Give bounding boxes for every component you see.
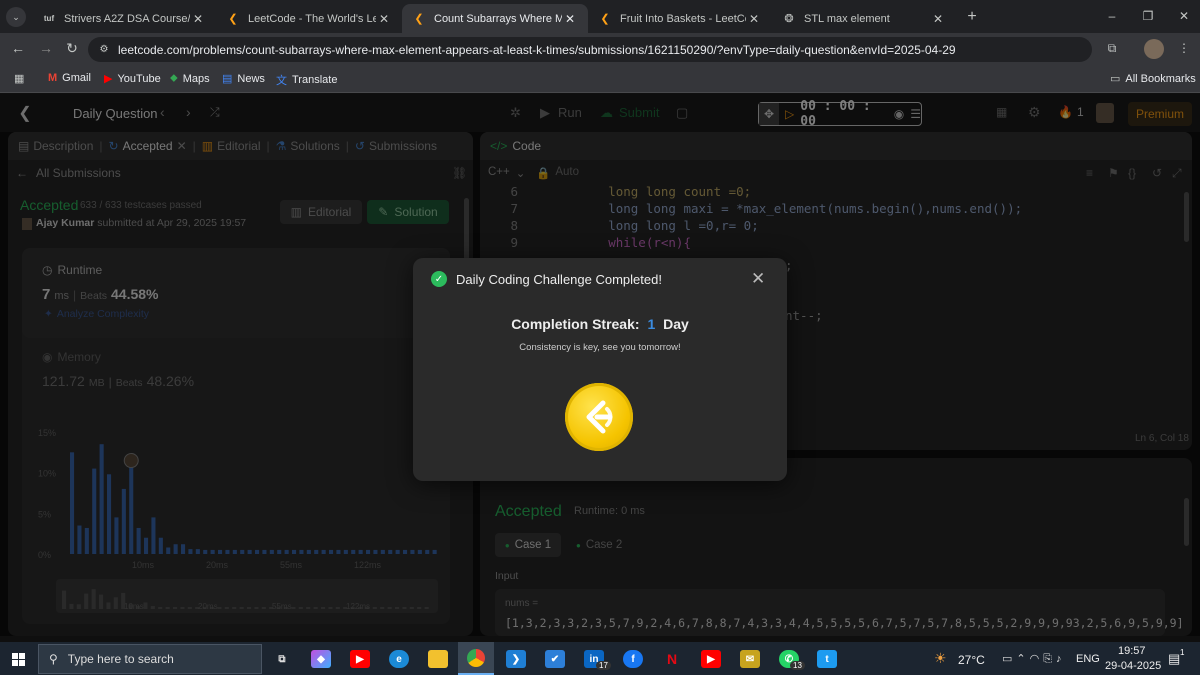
streak-number: 1	[647, 316, 656, 332]
folder-icon: ▭	[1110, 73, 1121, 85]
tab-title: STL max element	[804, 12, 890, 25]
tab-title: Count Subarrays Where Max Ele	[434, 12, 562, 25]
task-view-icon[interactable]: ⧉	[272, 650, 292, 668]
file-explorer-icon[interactable]	[428, 650, 448, 668]
bookmark-translate[interactable]: 文 Translate	[276, 72, 337, 88]
modal-subtitle: Consistency is key, see you tomorrow!	[519, 342, 681, 353]
browser-tab[interactable]: ❮ LeetCode - The World's Leading ✕	[216, 4, 402, 33]
site-info-icon[interactable]: ⚙	[97, 42, 111, 56]
leetcode-coin-icon	[565, 383, 633, 451]
check-circle-icon: ✓	[431, 271, 447, 287]
whatsapp-badge: 13	[790, 661, 805, 670]
tab-title: Fruit Into Baskets - LeetCode	[620, 12, 746, 25]
maps-icon: ⬥	[170, 72, 178, 84]
linkedin-badge: 17	[596, 661, 611, 670]
bookmarks-bar: ▦ M Gmail ▶ YouTube ⬥ Maps ▤ News 文 Translate…	[0, 65, 1200, 93]
search-icon: ⚲	[49, 652, 58, 666]
browser-tab[interactable]: tuf Strivers A2Z DSA Course/Sheet ✕	[32, 4, 216, 33]
challenge-complete-modal: ✓ Daily Coding Challenge Completed! ✕ Co…	[413, 258, 787, 481]
tab-strip: ⌄ tuf Strivers A2Z DSA Course/Sheet ✕ ❮ …	[0, 0, 1200, 33]
bookmark-youtube[interactable]: ▶ YouTube	[104, 72, 161, 86]
windows-taskbar: ⚲ Type here to search ⧉ ◆ ▶ e ❯ ✔ in 17 …	[0, 642, 1200, 675]
input-language[interactable]: ENG	[1076, 653, 1100, 665]
netflix-icon[interactable]: N	[662, 650, 682, 668]
weather-temp[interactable]: 27°C	[958, 653, 985, 667]
address-bar[interactable]: ⚙ leetcode.com/problems/count-subarrays-…	[88, 37, 1092, 62]
window-close-button[interactable]: ✕	[1176, 8, 1192, 24]
notification-badge: 1	[1180, 648, 1185, 657]
tab-title: LeetCode - The World's Leading	[248, 12, 376, 25]
all-bookmarks[interactable]: ▭ All Bookmarks	[1110, 72, 1196, 86]
search-placeholder: Type here to search	[67, 652, 174, 666]
weather-icon[interactable]: ☀	[934, 650, 947, 667]
chrome-icon-active[interactable]	[458, 642, 494, 675]
bookmark-gmail[interactable]: M Gmail	[48, 72, 91, 84]
close-icon[interactable]: ✕	[562, 12, 578, 26]
close-icon[interactable]: ✕	[190, 12, 206, 26]
new-tab-button[interactable]: +	[962, 7, 982, 27]
leetcode-logo-icon	[586, 400, 613, 434]
close-icon[interactable]: ✕	[376, 12, 392, 26]
news-icon: ▤	[222, 73, 233, 85]
menu-icon[interactable]: ⋮	[1176, 40, 1192, 56]
close-icon[interactable]: ✕	[930, 12, 946, 26]
twitter-icon[interactable]: t	[817, 650, 837, 668]
windows-start-icon[interactable]	[12, 653, 25, 666]
bookmark-label: Gmail	[62, 72, 91, 84]
facebook-icon[interactable]: f	[623, 650, 643, 668]
tab-title: Strivers A2Z DSA Course/Sheet	[64, 12, 190, 25]
bookmark-news[interactable]: ▤ News	[222, 72, 265, 86]
tab-search-button[interactable]: ⌄	[6, 7, 26, 27]
clock-date[interactable]: 29-04-2025	[1105, 660, 1161, 672]
taskbar-search[interactable]: ⚲ Type here to search	[38, 644, 262, 674]
forward-icon[interactable]: →	[38, 40, 54, 56]
chatgpt-icon: ❂	[784, 13, 794, 25]
reload-icon[interactable]: ↻	[64, 40, 80, 56]
youtube-icon: ▶	[104, 73, 113, 85]
bookmark-label: Translate	[292, 74, 338, 86]
edge-icon[interactable]: e	[389, 650, 409, 668]
clock-time[interactable]: 19:57	[1118, 645, 1146, 657]
all-bookmarks-label: All Bookmarks	[1125, 72, 1196, 85]
youtube-app-icon[interactable]: ▶	[350, 650, 370, 668]
restore-button[interactable]: ❐	[1140, 8, 1156, 24]
leetcode-icon: ❮	[414, 13, 424, 25]
streak-unit: Day	[663, 316, 689, 332]
mail-app-icon[interactable]: ✉	[740, 650, 760, 668]
browser-tab[interactable]: ❂ STL max element ✕	[772, 4, 956, 33]
back-icon[interactable]: ←	[10, 40, 26, 56]
url-text: leetcode.com/problems/count-subarrays-wh…	[118, 42, 956, 57]
bookmark-maps[interactable]: ⬥ Maps	[170, 72, 210, 85]
leetcode-icon: ❮	[228, 13, 238, 25]
browser-tab-active[interactable]: ❮ Count Subarrays Where Max Ele ✕	[402, 4, 588, 33]
gmail-icon: M	[48, 72, 58, 84]
copilot-icon[interactable]: ◆	[311, 650, 331, 668]
modal-title: Daily Coding Challenge Completed!	[456, 272, 662, 287]
chrome-icon	[467, 648, 485, 667]
bookmark-label: Maps	[182, 72, 210, 85]
streak-line: Completion Streak: 1 Day	[413, 316, 787, 332]
extensions-icon[interactable]: ⧉	[1104, 40, 1120, 56]
youtube-app-icon[interactable]: ▶	[701, 650, 721, 668]
tuf-icon: tuf	[43, 14, 55, 23]
browser-tab[interactable]: ❮ Fruit Into Baskets - LeetCode ✕	[588, 4, 772, 33]
bookmark-label: YouTube	[117, 72, 161, 85]
notification-icon[interactable]: ▤	[1168, 651, 1180, 667]
apps-icon[interactable]: ▦	[14, 72, 24, 85]
profile-avatar[interactable]	[1144, 39, 1164, 59]
vscode-icon[interactable]: ❯	[506, 650, 526, 668]
close-icon[interactable]: ✕	[746, 12, 762, 26]
todo-icon[interactable]: ✔	[545, 650, 565, 668]
close-icon[interactable]: ✕	[751, 269, 765, 289]
system-tray-icons[interactable]: ▭⌃◠⎘♪	[1002, 652, 1066, 666]
bookmark-label: News	[237, 72, 265, 85]
streak-label: Completion Streak:	[511, 316, 640, 332]
translate-icon: 文	[276, 75, 287, 87]
leetcode-icon: ❮	[600, 13, 610, 25]
minimize-button[interactable]: –	[1104, 8, 1120, 24]
